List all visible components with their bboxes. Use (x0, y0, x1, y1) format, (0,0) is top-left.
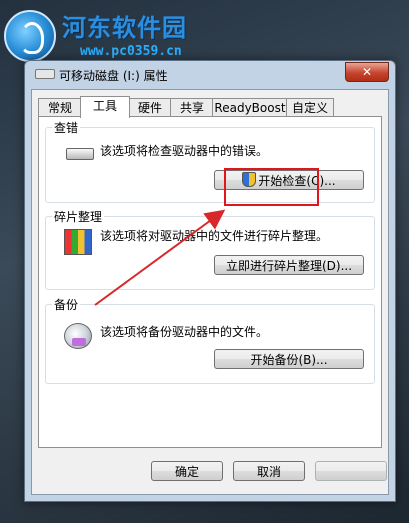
defrag-now-button[interactable]: 立即进行碎片整理(D)... (214, 255, 364, 275)
backup-label: 备份 (52, 296, 81, 313)
tab-general[interactable]: 常规 (38, 98, 82, 117)
cancel-button[interactable]: 取消 (233, 461, 305, 481)
error-check-description: 该选项将检查驱动器中的错误。 (100, 144, 269, 158)
defrag-description: 该选项将对驱动器中的文件进行碎片整理。 (100, 229, 329, 243)
tab-readyboost[interactable]: ReadyBoost (212, 98, 288, 117)
backup-description: 该选项将备份驱动器中的文件。 (100, 325, 269, 339)
tab-customize[interactable]: 自定义 (286, 98, 334, 117)
tools-panel: 查错 该选项将检查驱动器中的错误。 开始检查(C)... 碎片整理 该选项将对驱… (38, 116, 382, 448)
watermark-url: www.pc0359.cn (80, 44, 182, 59)
backup-group: 备份 该选项将备份驱动器中的文件。 开始备份(B)... (45, 296, 375, 384)
tab-tools[interactable]: 工具 (80, 96, 130, 118)
tab-hardware[interactable]: 硬件 (128, 98, 172, 117)
ok-button[interactable]: 确定 (151, 461, 223, 481)
drive-icon (66, 148, 94, 160)
watermark-title: 河东软件园 (62, 14, 187, 42)
highlight-box (224, 168, 319, 206)
error-check-group: 查错 该选项将检查驱动器中的错误。 开始检查(C)... (45, 119, 375, 203)
dialog-client: 常规 工具 硬件 共享 ReadyBoost 自定义 查错 该选项将检查驱动器中… (31, 89, 389, 495)
title-bar[interactable]: 可移动磁盘 (I:) 属性 ✕ (25, 61, 395, 87)
defrag-group: 碎片整理 该选项将对驱动器中的文件进行碎片整理。 立即进行碎片整理(D)... (45, 208, 375, 290)
close-button[interactable]: ✕ (345, 62, 389, 82)
error-check-label: 查错 (52, 119, 81, 136)
window-title: 可移动磁盘 (I:) 属性 (59, 69, 168, 83)
start-backup-button[interactable]: 开始备份(B)... (214, 349, 364, 369)
apply-button[interactable] (315, 461, 387, 481)
defrag-label: 碎片整理 (52, 208, 105, 225)
removable-drive-icon (35, 69, 55, 79)
site-logo (4, 10, 56, 62)
defrag-icon (64, 229, 92, 255)
properties-dialog: 可移动磁盘 (I:) 属性 ✕ 常规 工具 硬件 共享 ReadyBoost 自… (24, 60, 396, 502)
tab-sharing[interactable]: 共享 (170, 98, 214, 117)
backup-icon (64, 323, 92, 349)
